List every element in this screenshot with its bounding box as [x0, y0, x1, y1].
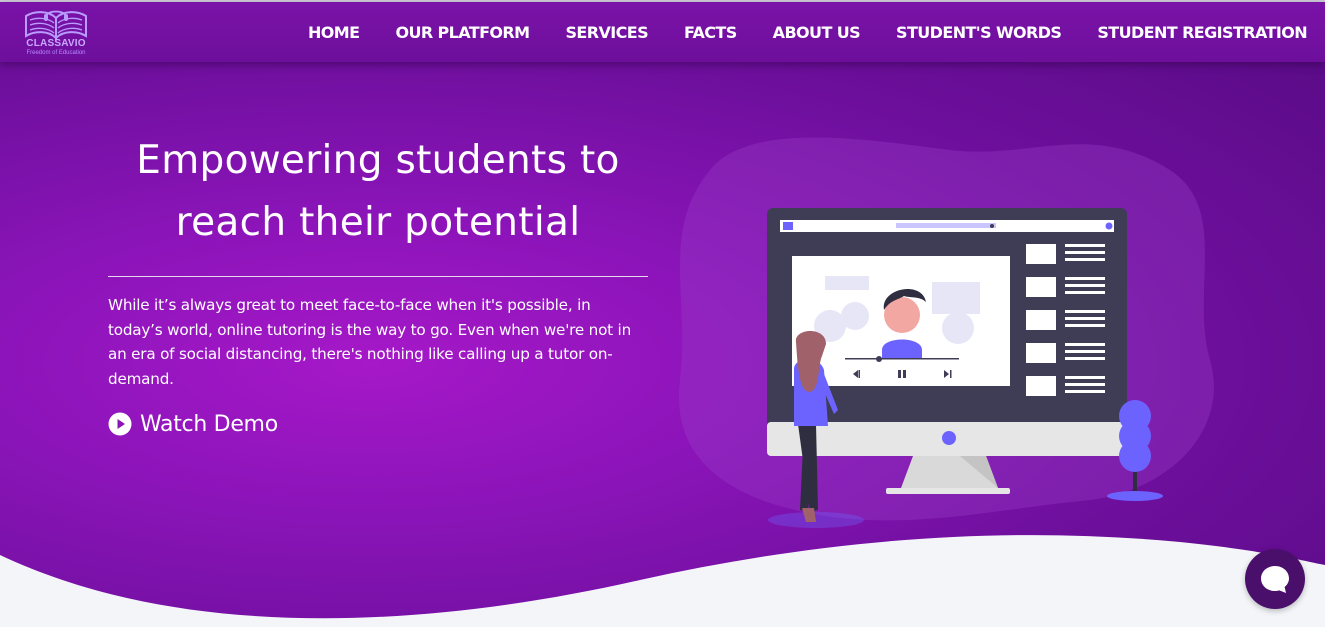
open-book-icon [25, 10, 87, 41]
hero-section: CLASSAVIO Freedom of Education HOME OUR … [0, 0, 1325, 627]
chat-bubble-icon [1261, 566, 1289, 593]
nav-item-home[interactable]: HOME [308, 23, 360, 42]
nav-item-services[interactable]: SERVICES [565, 23, 648, 42]
monitor-base [886, 488, 1010, 494]
watch-demo-button[interactable]: Watch Demo [108, 408, 278, 440]
brand-tagline: Freedom of Education [26, 50, 86, 56]
nav-item-about-us[interactable]: ABOUT US [773, 23, 861, 42]
hero-description: While it’s always great to meet face-to-… [108, 296, 632, 388]
hero-headline: Empowering students to reach their poten… [108, 130, 648, 254]
chat-button[interactable] [1245, 549, 1305, 609]
online-tutoring-illustration [678, 137, 1214, 528]
brand-name: CLASSAVIO [26, 38, 86, 49]
bottom-wave [0, 535, 1325, 627]
navbar: CLASSAVIO Freedom of Education HOME OUR … [0, 2, 1325, 62]
nav-item-students-words[interactable]: STUDENT'S WORDS [896, 23, 1062, 42]
nav-item-student-registration[interactable]: STUDENT REGISTRATION [1097, 23, 1307, 42]
monitor-button [942, 431, 956, 445]
nav-menu: HOME OUR PLATFORM SERVICES FACTS ABOUT U… [308, 2, 1308, 62]
play-circle-icon [108, 412, 132, 436]
nav-item-facts[interactable]: FACTS [684, 23, 737, 42]
brand-logo[interactable]: CLASSAVIO Freedom of Education [20, 8, 92, 60]
hero-divider [108, 276, 648, 277]
nav-item-our-platform[interactable]: OUR PLATFORM [395, 23, 530, 42]
hero-headline-line2: reach their potential [175, 200, 581, 245]
hero-headline-line1: Empowering students to [136, 138, 620, 183]
watch-demo-label: Watch Demo [140, 411, 278, 437]
